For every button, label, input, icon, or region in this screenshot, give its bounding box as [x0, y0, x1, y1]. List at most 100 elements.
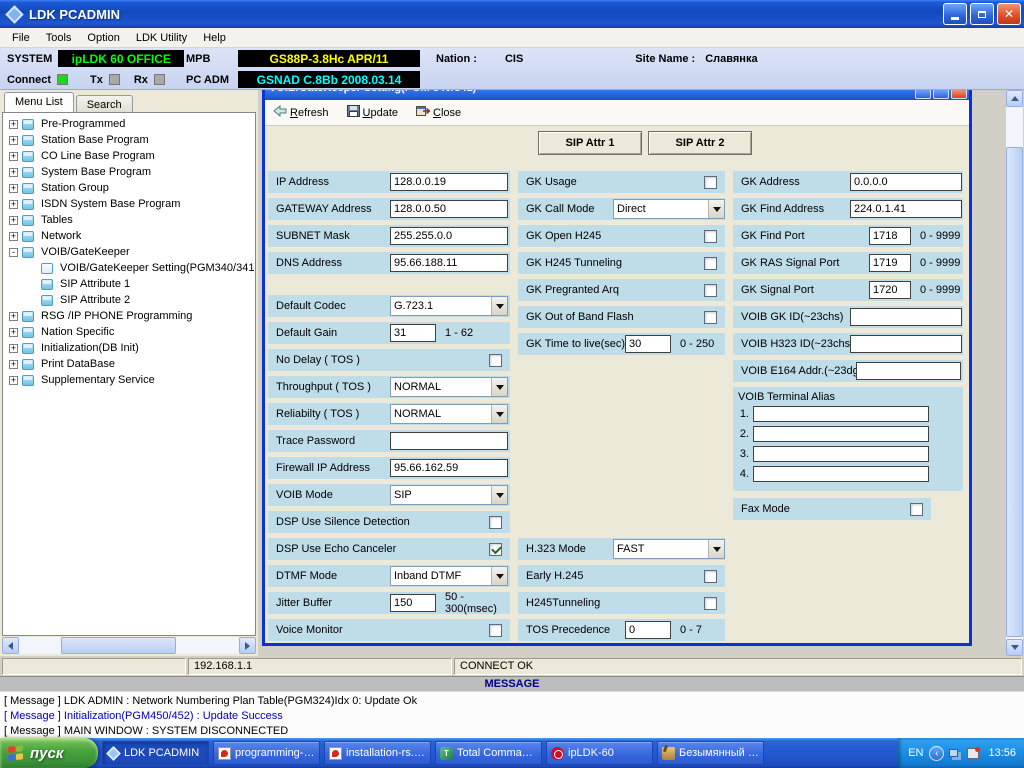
- tree-expander-icon[interactable]: +: [9, 120, 18, 129]
- sidebar-item-rsg-ip-phone-programming[interactable]: +RSG /IP PHONE Programming: [3, 308, 255, 324]
- menu-item-ldk-utility[interactable]: LDK Utility: [128, 30, 195, 46]
- voib-mode-dropdown[interactable]: SIP: [390, 485, 508, 505]
- dsp-use-silence-detection-checkbox[interactable]: [489, 516, 502, 529]
- chevron-down-icon[interactable]: [491, 567, 507, 585]
- menu-item-help[interactable]: Help: [195, 30, 234, 46]
- tree-expander-icon[interactable]: +: [9, 312, 18, 321]
- image-tray-icon[interactable]: [967, 748, 979, 759]
- tree-expander-icon[interactable]: +: [9, 136, 18, 145]
- minimize-button[interactable]: [943, 3, 967, 25]
- terminal-alias-input-4[interactable]: [753, 466, 929, 482]
- sidebar-item-tables[interactable]: +Tables: [3, 212, 255, 228]
- menu-item-tools[interactable]: Tools: [38, 30, 80, 46]
- dsp-use-echo-canceler-checkbox[interactable]: [489, 543, 502, 556]
- gateway-address-input[interactable]: [390, 200, 508, 218]
- gk-time-to-live-sec-input[interactable]: [625, 335, 671, 353]
- voice-monitor-checkbox[interactable]: [489, 624, 502, 637]
- tree-horizontal-scrollbar[interactable]: [2, 637, 256, 654]
- mdi-vertical-scrollbar[interactable]: [1006, 90, 1023, 656]
- child-minimize-button[interactable]: [915, 90, 931, 99]
- tos-precedence-input[interactable]: [625, 621, 671, 639]
- network-tray-icon[interactable]: [949, 749, 958, 757]
- firewall-ip-address-input[interactable]: [390, 459, 508, 477]
- dtmf-mode-dropdown[interactable]: Inband DTMF: [390, 566, 508, 586]
- restore-button[interactable]: [970, 3, 994, 25]
- gk-out-of-band-flash-checkbox[interactable]: [704, 311, 717, 324]
- tree-expander-icon[interactable]: +: [9, 344, 18, 353]
- h-323-mode-dropdown[interactable]: FAST: [613, 539, 725, 559]
- sidebar-item-voib-gatekeeper[interactable]: -VOIB/GateKeeper: [3, 244, 255, 260]
- sidebar-item-pre-programmed[interactable]: +Pre-Programmed: [3, 116, 255, 132]
- taskbar-button-installation-rs-p[interactable]: installation-rs.p...: [324, 741, 431, 765]
- sidebar-item-nation-specific[interactable]: +Nation Specific: [3, 324, 255, 340]
- tree-expander-icon[interactable]: +: [9, 200, 18, 209]
- taskbar-button-ldk-pcadmin[interactable]: LDK PCADMIN: [102, 741, 209, 765]
- tab-menu-list[interactable]: Menu List: [4, 92, 74, 112]
- taskbar-button-ipldk-60[interactable]: ipLDK-60: [546, 741, 653, 765]
- tree-expander-icon[interactable]: +: [9, 216, 18, 225]
- gk-signal-port-input[interactable]: [869, 281, 911, 299]
- vscroll-thumb[interactable]: [1006, 147, 1023, 637]
- gk-find-port-input[interactable]: [869, 227, 911, 245]
- sidebar-item-station-group[interactable]: +Station Group: [3, 180, 255, 196]
- child-window-titlebar[interactable]: VOIB/GateKeeper Setting(PGM 340/341): [265, 90, 969, 100]
- reliabilty-tos-dropdown[interactable]: NORMAL: [390, 404, 508, 424]
- sip-attr-2-button[interactable]: SIP Attr 2: [648, 131, 752, 155]
- menu-item-option[interactable]: Option: [79, 30, 127, 46]
- dns-address-input[interactable]: [390, 254, 508, 272]
- tree-expander-icon[interactable]: +: [9, 184, 18, 193]
- taskbar-button-total-command[interactable]: TTotal Command...: [435, 741, 542, 765]
- chevron-down-icon[interactable]: [491, 486, 507, 504]
- throughput-tos-dropdown[interactable]: NORMAL: [390, 377, 508, 397]
- subnet-mask-input[interactable]: [390, 227, 508, 245]
- taskbar-button-programming-rs[interactable]: programming-rs...: [213, 741, 320, 765]
- chevron-down-icon[interactable]: [708, 200, 724, 218]
- sidebar-item-network[interactable]: +Network: [3, 228, 255, 244]
- jitter-buffer-input[interactable]: [390, 594, 436, 612]
- tray-chevron-icon[interactable]: ‹: [929, 746, 944, 761]
- child-close-button[interactable]: [951, 90, 967, 99]
- terminal-alias-input-2[interactable]: [753, 426, 929, 442]
- gk-ras-signal-port-input[interactable]: [869, 254, 911, 272]
- sip-attr-1-button[interactable]: SIP Attr 1: [538, 131, 642, 155]
- sidebar-item-print-database[interactable]: +Print DataBase: [3, 356, 255, 372]
- terminal-alias-input-3[interactable]: [753, 446, 929, 462]
- sidebar-item-isdn-system-base-program[interactable]: +ISDN System Base Program: [3, 196, 255, 212]
- sidebar-item-sip-attribute-1[interactable]: SIP Attribute 1: [3, 276, 255, 292]
- tree-expander-icon[interactable]: +: [9, 376, 18, 385]
- scroll-right-button[interactable]: [239, 637, 256, 654]
- gk-usage-checkbox[interactable]: [704, 176, 717, 189]
- refresh-button[interactable]: Refresh: [273, 105, 329, 120]
- taskbar-button-[interactable]: Безымянный - ...: [657, 741, 764, 765]
- chevron-down-icon[interactable]: [491, 378, 507, 396]
- sidebar-item-system-base-program[interactable]: +System Base Program: [3, 164, 255, 180]
- start-button[interactable]: пуск: [0, 738, 98, 768]
- terminal-alias-input-1[interactable]: [753, 406, 929, 422]
- sidebar-item-initialization-db-init[interactable]: +Initialization(DB Init): [3, 340, 255, 356]
- tree-expander-icon[interactable]: +: [9, 168, 18, 177]
- tree-expander-icon[interactable]: +: [9, 152, 18, 161]
- tab-search[interactable]: Search: [76, 95, 133, 112]
- trace-password-input[interactable]: [390, 432, 508, 450]
- close-button[interactable]: Close: [416, 105, 461, 120]
- no-delay-tos-checkbox[interactable]: [489, 354, 502, 367]
- sidebar-item-sip-attribute-2[interactable]: SIP Attribute 2: [3, 292, 255, 308]
- default-codec-dropdown[interactable]: G.723.1: [390, 296, 508, 316]
- h245tunneling-checkbox[interactable]: [704, 597, 717, 610]
- chevron-down-icon[interactable]: [491, 297, 507, 315]
- close-button[interactable]: ✕: [997, 3, 1021, 25]
- child-restore-button[interactable]: [933, 90, 949, 99]
- menu-item-file[interactable]: File: [4, 30, 38, 46]
- gk-pregranted-arq-checkbox[interactable]: [704, 284, 717, 297]
- update-button[interactable]: Update: [347, 105, 398, 120]
- language-indicator[interactable]: EN: [908, 747, 923, 759]
- tree-expander-icon[interactable]: +: [9, 232, 18, 241]
- ip-address-input[interactable]: [390, 173, 508, 191]
- voib-e164-addr-23dgt-input[interactable]: [856, 362, 961, 380]
- sidebar-item-station-base-program[interactable]: +Station Base Program: [3, 132, 255, 148]
- sidebar-item-supplementary-service[interactable]: +Supplementary Service: [3, 372, 255, 388]
- scroll-left-button[interactable]: [2, 637, 19, 654]
- voib-h323-id-23chs-input[interactable]: [850, 335, 962, 353]
- sidebar-item-voib-gatekeeper-setting-pgm340-341[interactable]: VOIB/GateKeeper Setting(PGM340/341): [3, 260, 255, 276]
- default-gain-input[interactable]: [390, 324, 436, 342]
